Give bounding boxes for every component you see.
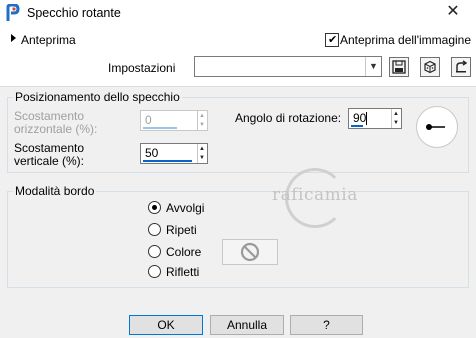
vertical-offset-label-line2: verticale (%):: [14, 154, 85, 168]
horizontal-offset-label: Scostamento orizzontale (%):: [14, 110, 97, 136]
horizontal-offset-arrows[interactable]: ▲ ▼: [197, 111, 207, 130]
color-swatch-button[interactable]: [222, 239, 278, 265]
vertical-offset-value: 50: [145, 146, 159, 160]
edge-mode-title: Modalità bordo: [13, 184, 97, 198]
header-divider: [0, 86, 476, 87]
arrow-up-icon[interactable]: ▲: [393, 111, 399, 117]
radio-colore-label[interactable]: Colore: [166, 245, 201, 259]
radio-ripeti-label[interactable]: Ripeti: [166, 223, 197, 237]
dial-needle-icon: [426, 124, 445, 130]
rotation-angle-dial[interactable]: [416, 106, 458, 148]
radio-avvolgi-label[interactable]: Avvolgi: [166, 201, 204, 215]
horizontal-offset-value: 0: [145, 113, 152, 127]
mirror-placement-title: Posizionamento dello specchio: [13, 90, 182, 104]
reset-preset-button[interactable]: [451, 57, 471, 77]
expand-arrow-icon[interactable]: [11, 34, 16, 42]
image-preview-label[interactable]: Anteprima dell'immagine: [340, 33, 471, 47]
text-cursor: [366, 112, 367, 125]
save-icon: [392, 60, 406, 74]
checkmark-icon: ✔: [328, 34, 338, 46]
horizontal-offset-spinner[interactable]: 0 ▲ ▼: [140, 110, 208, 131]
dice-icon: [424, 60, 436, 74]
arrow-up-icon[interactable]: ▲: [199, 146, 205, 152]
rotation-angle-bar: [351, 125, 363, 127]
disabled-icon: [240, 242, 260, 262]
arrow-down-icon[interactable]: ▼: [393, 120, 399, 126]
vertical-offset-label: Scostamento verticale (%):: [14, 142, 84, 168]
close-icon[interactable]: ✕: [440, 2, 466, 22]
app-icon: [5, 3, 21, 22]
rotation-angle-arrows[interactable]: ▲ ▼: [391, 109, 401, 128]
cancel-button[interactable]: Annulla: [210, 315, 284, 335]
watermark-text: raficamia: [272, 185, 358, 205]
radio-ripeti[interactable]: [148, 223, 161, 236]
horizontal-offset-bar: [143, 127, 177, 129]
horizontal-offset-label-line2: orizzontale (%):: [14, 122, 98, 136]
rotation-angle-label: Angolo di rotazione:: [235, 111, 342, 125]
window-title: Specchio rotante: [27, 6, 121, 20]
vertical-offset-arrows[interactable]: ▲ ▼: [197, 144, 207, 163]
radio-rifletti[interactable]: [148, 265, 161, 278]
radio-rifletti-label[interactable]: Rifletti: [166, 265, 199, 279]
ok-button[interactable]: OK: [129, 315, 203, 335]
image-preview-checkbox[interactable]: ✔: [325, 33, 339, 47]
rotation-angle-value: 90: [353, 111, 367, 125]
radio-selected-dot: [152, 205, 157, 210]
help-button[interactable]: ?: [290, 315, 363, 335]
preview-toggle-label[interactable]: Anteprima: [21, 33, 76, 47]
vertical-offset-spinner[interactable]: 50 ▲ ▼: [140, 143, 208, 164]
radio-avvolgi[interactable]: [148, 201, 161, 214]
arrow-down-icon[interactable]: ▼: [199, 155, 205, 161]
reset-icon: [456, 60, 468, 73]
rotation-angle-spinner[interactable]: 90 ▲ ▼: [348, 108, 402, 129]
arrow-up-icon[interactable]: ▲: [199, 113, 205, 119]
settings-combo[interactable]: ▼: [194, 56, 382, 77]
arrow-down-icon[interactable]: ▼: [199, 122, 205, 128]
random-preset-button[interactable]: [420, 57, 440, 77]
vertical-offset-bar: [143, 160, 192, 162]
radio-colore[interactable]: [148, 245, 161, 258]
settings-label: Impostazioni: [108, 61, 176, 75]
chevron-down-icon[interactable]: ▼: [365, 57, 381, 76]
save-preset-button[interactable]: [389, 57, 409, 77]
